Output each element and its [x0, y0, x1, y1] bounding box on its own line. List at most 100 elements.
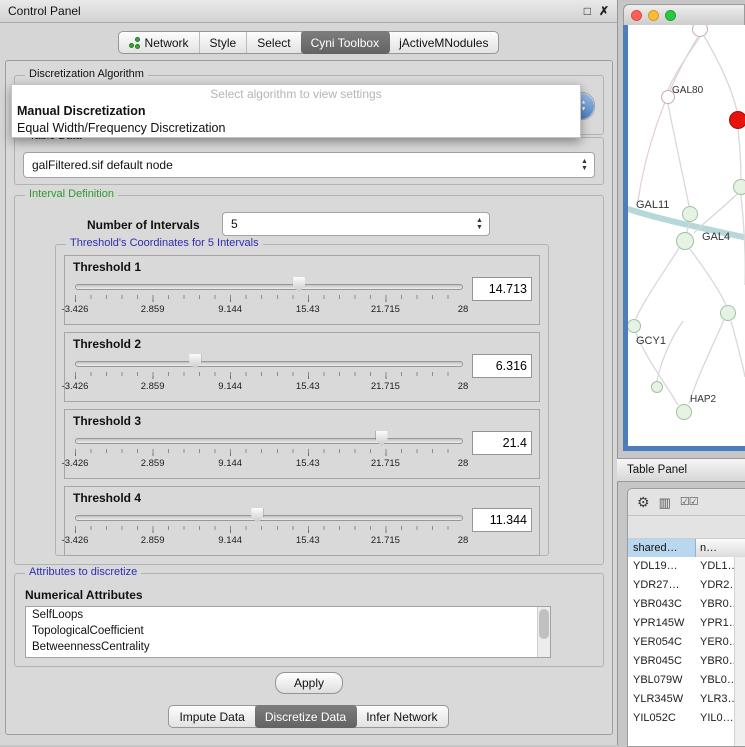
cell[interactable]: YER054C	[628, 633, 696, 652]
zoom-traffic-light[interactable]	[665, 10, 676, 21]
table-row[interactable]: YDR27… YDR2…	[628, 576, 745, 595]
cell[interactable]: YDR27…	[628, 576, 696, 595]
control-panel-window: Control Panel □ ✗ Network Style Select C…	[0, 0, 618, 745]
network-canvas[interactable]: GAL80 GAL11 GAL4 GCY1 HAP2	[628, 25, 745, 446]
network-window-titlebar[interactable]	[623, 4, 745, 26]
cell[interactable]: YBR043C	[628, 595, 696, 614]
table-row[interactable]: YLR345W YLR3…	[628, 690, 745, 709]
cell[interactable]: YDL19…	[628, 557, 696, 576]
network-node-selected[interactable]	[729, 111, 745, 129]
cell[interactable]: YLR345W	[628, 690, 696, 709]
control-panel-titlebar: Control Panel □ ✗	[0, 0, 617, 23]
columns-icon[interactable]: ▥	[659, 496, 671, 509]
column-header-name[interactable]: n…	[696, 539, 745, 557]
column-header-shared-name[interactable]: shared…	[628, 539, 696, 557]
cell[interactable]: YIL052C	[628, 709, 696, 728]
tab-jactivemnodules[interactable]: jActiveMNodules	[389, 32, 498, 53]
window-title: Control Panel	[8, 4, 81, 18]
tab-impute-data[interactable]: Impute Data	[169, 706, 255, 727]
tab-infer-network[interactable]: Infer Network	[356, 706, 447, 727]
dropdown-option-manual-discretization[interactable]: Manual Discretization	[12, 103, 580, 120]
node-label-hap2: HAP2	[690, 394, 716, 405]
list-scrollbar[interactable]	[537, 607, 550, 657]
threshold-4-slider[interactable]: -3.426 2.859 9.144 15.43 21.715 28	[75, 507, 463, 549]
network-node[interactable]	[651, 381, 663, 393]
node-label-gal80: GAL80	[672, 85, 703, 96]
table-data-combobox[interactable]: galFiltered.sif default node ▲▼	[23, 152, 595, 178]
tab-label: Infer Network	[366, 710, 437, 724]
algorithm-dropdown-popup: Select algorithm to view settings Manual…	[11, 84, 581, 138]
threshold-2-panel: Threshold 2 -3.426 2.859 9.144 15.43 21.…	[64, 332, 540, 402]
list-item[interactable]: SelfLoops	[26, 607, 550, 623]
slider-track[interactable]	[75, 284, 463, 290]
close-traffic-light[interactable]	[631, 10, 642, 21]
minimize-traffic-light[interactable]	[648, 10, 659, 21]
table-scrollbar[interactable]	[734, 557, 745, 747]
slider-scale: -3.426 2.859 9.144 15.43 21.715 28	[75, 535, 463, 546]
table-row[interactable]: YBR045C YBR0…	[628, 652, 745, 671]
tab-style[interactable]: Style	[200, 32, 248, 53]
tab-label: Select	[257, 36, 290, 50]
top-tab-bar: Network Style Select Cyni Toolbox jActiv…	[0, 31, 617, 54]
threshold-3-value-field[interactable]	[472, 431, 532, 455]
threshold-4-label: Threshold 4	[73, 491, 141, 505]
table-body[interactable]: YDL19… YDL1… YDR27… YDR2… YBR043C YBR0… …	[628, 557, 745, 747]
slider-track[interactable]	[75, 515, 463, 521]
tab-discretize-data[interactable]: Discretize Data	[255, 705, 357, 728]
combo-stepper-icon[interactable]: ▲▼	[473, 215, 486, 233]
threshold-2-slider[interactable]: -3.426 2.859 9.144 15.43 21.715 28	[75, 353, 463, 395]
tab-network[interactable]: Network	[119, 32, 200, 53]
network-node[interactable]	[733, 179, 745, 195]
restore-icon[interactable]: □	[584, 4, 591, 18]
slider-minor-ticks	[75, 449, 463, 453]
thresholds-group-label: Threshold's Coordinates for 5 Intervals	[66, 237, 263, 249]
apply-button[interactable]: Apply	[275, 672, 343, 694]
table-row[interactable]: YIL052C YIL0…	[628, 709, 745, 728]
gear-icon[interactable]: ⚙	[637, 495, 650, 509]
threshold-2-value-field[interactable]	[472, 354, 532, 378]
combo-stepper-icon[interactable]: ▲▼	[578, 156, 591, 174]
network-node[interactable]	[720, 305, 736, 321]
cell[interactable]: YBL079W	[628, 671, 696, 690]
dropdown-option-equal-width-frequency[interactable]: Equal Width/Frequency Discretization	[12, 120, 580, 137]
tab-cyni-toolbox[interactable]: Cyni Toolbox	[301, 31, 390, 54]
node-label-gal4: GAL4	[702, 231, 730, 243]
slider-track[interactable]	[75, 361, 463, 367]
list-item[interactable]: BetweennessCentrality	[26, 639, 550, 655]
attributes-list[interactable]: SelfLoops TopologicalCoefficient Between…	[25, 606, 551, 658]
cell[interactable]: YPR145W	[628, 614, 696, 633]
number-of-intervals-value: 5	[231, 217, 238, 231]
tab-label: Network	[145, 36, 189, 50]
cyni-toolbox-panel: Discretization Algorithm ▲ ▼ Select algo…	[5, 60, 613, 735]
close-icon[interactable]: ✗	[599, 4, 609, 18]
node-label-gal11: GAL11	[636, 199, 669, 211]
table-row[interactable]: YBR043C YBR0…	[628, 595, 745, 614]
tab-label: Style	[210, 36, 237, 50]
network-node[interactable]	[682, 206, 698, 222]
bottom-tab-bar: Impute Data Discretize Data Infer Networ…	[0, 705, 617, 728]
table-row[interactable]: YPR145W YPR1…	[628, 614, 745, 633]
table-data-selected-value: galFiltered.sif default node	[32, 158, 173, 172]
table-row[interactable]: YER054C YER0…	[628, 633, 745, 652]
table-data-group: Table Data galFiltered.sif default node …	[14, 137, 604, 185]
interval-definition-group: Interval Definition Number of Intervals …	[14, 195, 604, 565]
threshold-4-value-field[interactable]	[472, 508, 532, 532]
interval-definition-label: Interval Definition	[25, 188, 118, 200]
cell[interactable]: YBR045C	[628, 652, 696, 671]
network-node-gal4[interactable]	[676, 232, 694, 250]
network-node-hap2[interactable]	[676, 404, 692, 420]
tab-select[interactable]: Select	[247, 32, 301, 53]
slider-track[interactable]	[75, 438, 463, 444]
threshold-3-slider[interactable]: -3.426 2.859 9.144 15.43 21.715 28	[75, 430, 463, 472]
network-focus-frame: GAL80 GAL11 GAL4 GCY1 HAP2	[623, 25, 745, 451]
table-toolbar: ⚙ ▥ ☑☑	[628, 489, 745, 516]
threshold-4-panel: Threshold 4 -3.426 2.859 9.144 15.43 21.…	[64, 486, 540, 556]
table-row[interactable]: YBL079W YBL0…	[628, 671, 745, 690]
threshold-1-value-field[interactable]	[472, 277, 532, 301]
number-of-intervals-combobox[interactable]: 5 ▲▼	[222, 212, 490, 236]
threshold-1-slider[interactable]: -3.426 2.859 9.144 15.43 21.715 28	[75, 276, 463, 318]
slider-scale: -3.426 2.859 9.144 15.43 21.715 28	[75, 458, 463, 469]
list-item[interactable]: TopologicalCoefficient	[26, 623, 550, 639]
table-row[interactable]: YDL19… YDL1…	[628, 557, 745, 576]
select-columns-icon[interactable]: ☑☑	[680, 497, 698, 508]
